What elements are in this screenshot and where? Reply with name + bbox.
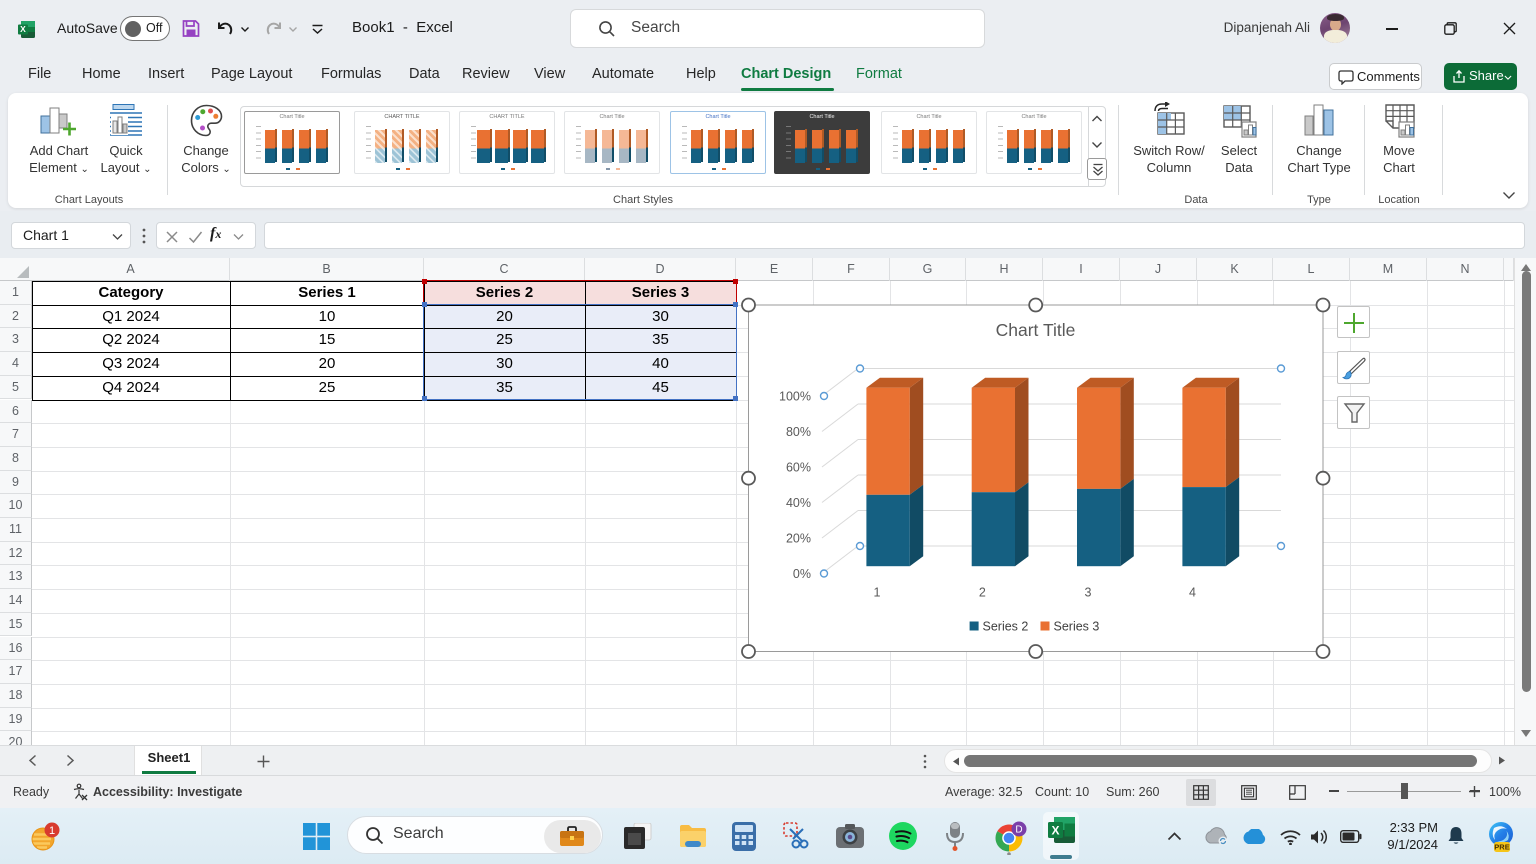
svg-text:60%: 60% [786, 461, 811, 475]
svg-text:0%: 0% [793, 567, 811, 581]
svg-text:PRE: PRE [1494, 843, 1509, 852]
svg-text:80%: 80% [786, 425, 811, 439]
svg-text:2: 2 [979, 586, 986, 600]
svg-text:4: 4 [1189, 586, 1196, 600]
svg-text:Chart Title: Chart Title [996, 320, 1076, 340]
svg-text:1: 1 [874, 586, 881, 600]
svg-text:3: 3 [1085, 586, 1092, 600]
svg-text:40%: 40% [786, 496, 811, 510]
svg-text:X: X [1051, 824, 1059, 838]
svg-text:1: 1 [49, 825, 55, 837]
svg-text:100%: 100% [779, 390, 811, 404]
svg-text:D: D [1015, 825, 1022, 836]
svg-text:Series 3: Series 3 [1054, 620, 1100, 634]
svg-text:Series 2: Series 2 [983, 620, 1029, 634]
svg-text:20%: 20% [786, 532, 811, 546]
svg-text:X: X [20, 24, 26, 34]
